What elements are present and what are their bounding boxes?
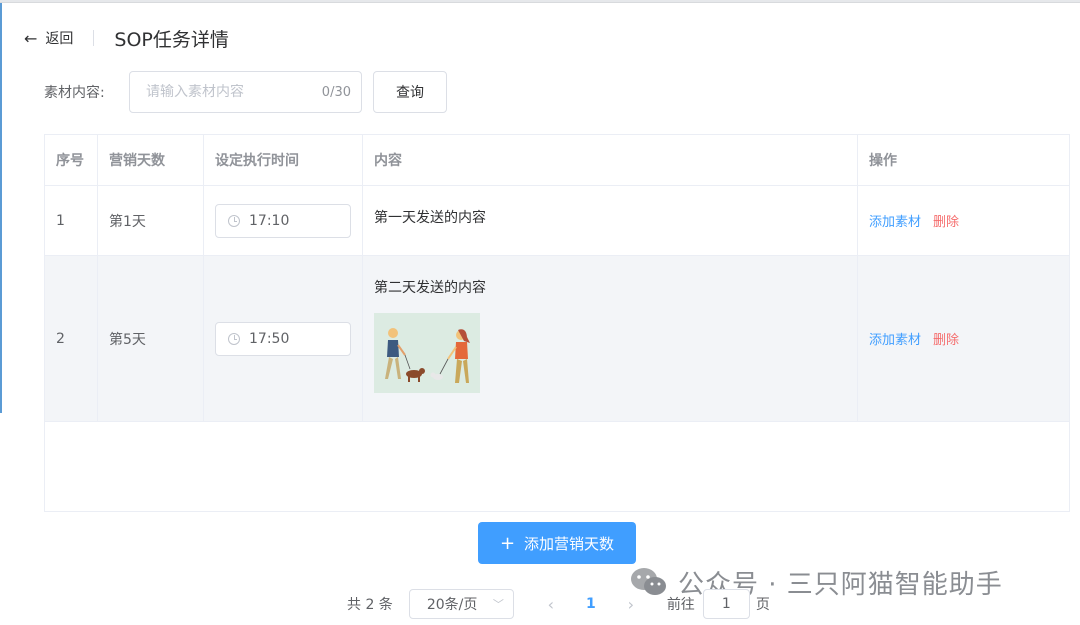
chevron-down-icon: ﹀: [492, 598, 504, 611]
search-bar: 素材内容: 0/30 查询: [44, 71, 447, 113]
arrow-left-icon: ←: [24, 28, 38, 48]
page-header: ← 返回 SOP任务详情: [24, 24, 229, 52]
page-title: SOP任务详情: [114, 28, 229, 51]
clock-icon: [228, 332, 240, 345]
add-marketing-day-label: 添加营销天数: [524, 534, 615, 553]
column-header-time: 设定执行时间: [204, 135, 363, 185]
row-index: 1: [45, 186, 98, 255]
page-size-value: 20条/页: [426, 597, 478, 613]
add-material-link[interactable]: 添加素材: [869, 211, 921, 230]
table-empty-area: [45, 422, 1069, 511]
clock-icon: [228, 214, 240, 227]
row-index: 2: [45, 256, 98, 421]
delete-link[interactable]: 删除: [933, 329, 959, 348]
back-label: 返回: [45, 31, 74, 47]
row-time-cell: 17:50: [204, 256, 363, 421]
add-marketing-day-button[interactable]: + 添加营销天数: [478, 522, 636, 564]
column-header-index: 序号: [45, 135, 98, 185]
table-row: 2 第5天 17:50 第二天发送的内容 添加素材 删除: [45, 256, 1069, 422]
add-material-link[interactable]: 添加素材: [869, 329, 921, 348]
plus-icon: +: [499, 532, 516, 554]
pagination: 共 2 条 20条/页 ﹀ ‹ 1 › 前往 页: [347, 589, 770, 619]
material-search-input[interactable]: [146, 84, 322, 100]
row-content-cell: 第一天发送的内容: [363, 186, 858, 255]
row-day: 第1天: [98, 186, 204, 255]
content-text: 第二天发送的内容: [374, 280, 486, 296]
goto-page-input[interactable]: [702, 589, 750, 619]
window-left-border: [0, 3, 2, 413]
time-picker[interactable]: 17:10: [215, 203, 351, 238]
page-number-current[interactable]: 1: [571, 596, 611, 612]
column-header-content: 内容: [363, 135, 858, 185]
table-row: 1 第1天 17:10 第一天发送的内容 添加素材 删除: [45, 186, 1069, 256]
time-value: 17:10: [249, 212, 290, 229]
content-image-thumbnail[interactable]: [374, 313, 480, 393]
window-top-border: [0, 0, 1080, 3]
next-page-button[interactable]: ›: [611, 595, 651, 614]
material-search-field[interactable]: 0/30: [129, 71, 362, 113]
goto-label: 前往: [666, 597, 695, 613]
back-button[interactable]: ← 返回: [24, 28, 73, 48]
row-actions: 添加素材 删除: [858, 186, 1069, 255]
pagination-total: 共 2 条: [347, 597, 393, 613]
prev-page-button[interactable]: ‹: [531, 595, 571, 614]
time-picker[interactable]: 17:50: [215, 321, 351, 356]
table-header-row: 序号 营销天数 设定执行时间 内容 操作: [45, 135, 1069, 186]
column-header-actions: 操作: [869, 153, 897, 169]
row-actions: 添加素材 删除: [858, 256, 1069, 421]
header-divider: [93, 30, 95, 46]
time-value: 17:50: [249, 330, 290, 347]
page-size-select[interactable]: 20条/页 ﹀: [408, 589, 514, 619]
row-time-cell: 17:10: [204, 186, 363, 255]
sop-table: 序号 营销天数 设定执行时间 内容 操作 1 第1天 17:10 第一天发送的内…: [44, 134, 1070, 512]
char-count: 0/30: [321, 84, 351, 100]
row-content-cell: 第二天发送的内容: [363, 256, 858, 421]
search-label: 素材内容:: [44, 85, 105, 101]
column-header-day: 营销天数: [98, 135, 204, 185]
delete-link[interactable]: 删除: [933, 211, 959, 230]
dog-walking-illustration: [374, 313, 480, 393]
query-button[interactable]: 查询: [373, 71, 447, 113]
page-suffix: 页: [755, 597, 770, 613]
row-day: 第5天: [98, 256, 204, 421]
content-text: 第一天发送的内容: [374, 210, 486, 226]
